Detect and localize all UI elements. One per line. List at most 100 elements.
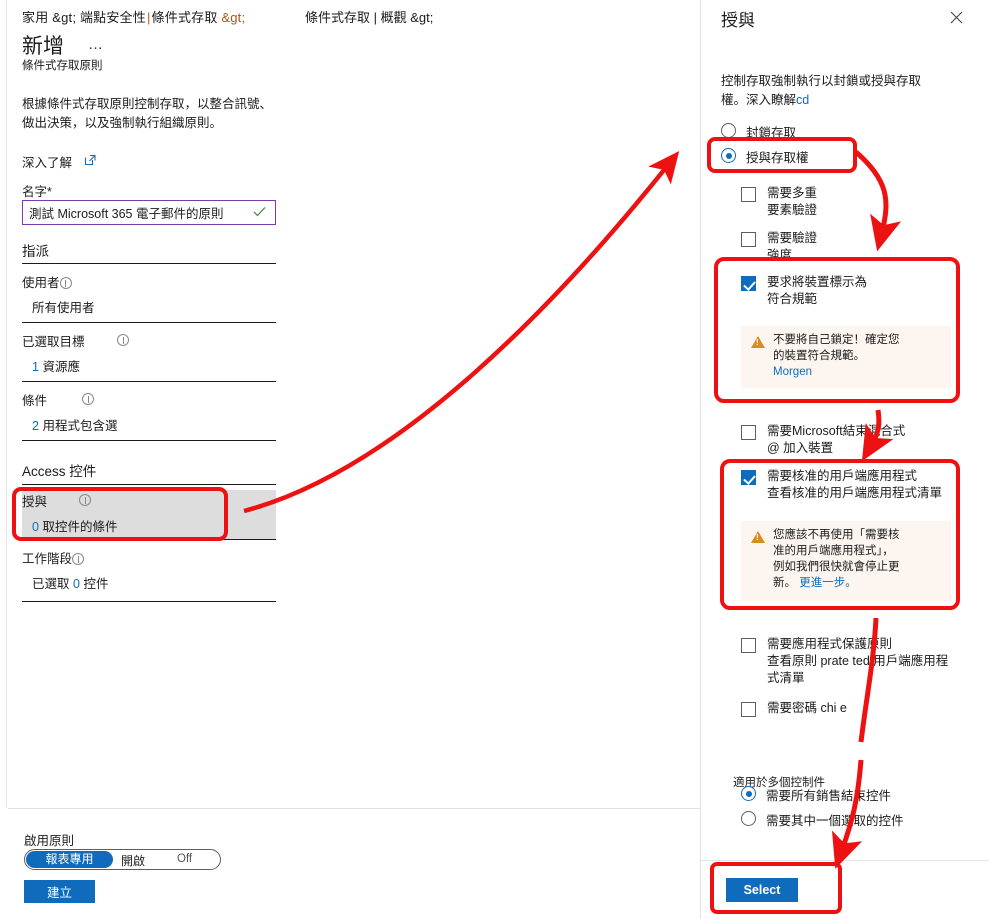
- label-line2: 強度: [767, 248, 793, 262]
- radio-indicator[interactable]: [721, 148, 736, 163]
- radio-indicator[interactable]: [741, 811, 756, 826]
- toggle-on-option[interactable]: 開啟: [121, 852, 145, 869]
- target-label-text: 已選取目標: [22, 335, 85, 349]
- checkbox-indicator[interactable]: [741, 276, 756, 291]
- label-line3: 式清單: [767, 671, 805, 685]
- toggle-report-only-option[interactable]: 報表專用: [26, 851, 113, 868]
- access-controls-header: Access 控件: [22, 464, 97, 479]
- divider: [22, 440, 276, 441]
- warning-icon: [751, 531, 765, 543]
- radio-indicator[interactable]: [721, 123, 736, 138]
- checkbox-indicator[interactable]: [741, 187, 756, 202]
- info-icon[interactable]: [72, 553, 85, 565]
- breadcrumb-home[interactable]: 家用 &gt;: [22, 10, 76, 25]
- name-label-text: 名字: [22, 185, 48, 199]
- checkbox-indicator[interactable]: [741, 425, 756, 440]
- target-text: 資源應: [42, 360, 80, 374]
- checkbox-indicator[interactable]: [741, 638, 756, 653]
- checkbox-indicator[interactable]: [741, 470, 756, 485]
- label-line2: 要素驗證: [767, 203, 818, 217]
- checkbox-indicator[interactable]: [741, 232, 756, 247]
- warning-message: 不要將自己鎖定！確定您的裝置符合規範。: [773, 334, 900, 362]
- breadcrumb-endpoint-security[interactable]: 端點安全性: [80, 10, 146, 25]
- radio-indicator[interactable]: [741, 786, 756, 801]
- grant-value[interactable]: 0 取控件的條件: [32, 516, 117, 535]
- control-password-change-label: 需要密碼 chi e: [767, 701, 847, 715]
- select-button[interactable]: Select: [726, 878, 798, 902]
- radio-block-access-label: 封鎖存取: [746, 126, 797, 140]
- info-icon[interactable]: [117, 334, 129, 346]
- control-approved-client-app-label: 需要核准的用戶端應用程式 查看核准的用戶端應用程式清單: [767, 468, 957, 502]
- divider: [22, 322, 276, 323]
- toggle-off-option[interactable]: Off: [177, 853, 192, 865]
- session-post: 控件: [83, 577, 109, 591]
- required-marker: *: [47, 185, 52, 199]
- external-link-icon[interactable]: [84, 153, 97, 171]
- radio-require-one-label: 需要其中一個選取的控件: [766, 814, 904, 828]
- label-line2: @ 加入裝置: [767, 441, 834, 455]
- footer-separator: [8, 808, 700, 809]
- users-value[interactable]: 所有使用者: [32, 297, 95, 316]
- target-resources-label: 已選取目標: [22, 331, 129, 350]
- label-line1: 需要Microsoft結束混合式: [767, 424, 906, 438]
- control-auth-strength-label: 需要驗證 強度: [767, 230, 927, 264]
- conditions-value[interactable]: 2 用程式包含選: [32, 415, 117, 434]
- control-hybrid-join-label: 需要Microsoft結束混合式 @ 加入裝置: [767, 423, 957, 457]
- radio-grant-access-label: 授與存取權: [746, 151, 809, 165]
- control-device-compliant-label: 要求將裝置標示為 符合規範: [767, 274, 942, 308]
- divider: [22, 263, 276, 264]
- target-resources-value[interactable]: 1 資源應: [32, 356, 80, 375]
- divider: [22, 484, 276, 485]
- breadcrumb-overview[interactable]: 條件式存取 | 概觀 &gt;: [305, 7, 433, 26]
- label-line2: 符合規範: [767, 292, 818, 306]
- screenshot-root: 家用 &gt; 端點安全性|條件式存取 &gt; 條件式存取 | 概觀 &gt;…: [0, 0, 989, 919]
- control-mfa-label: 需要多重 要素驗證: [767, 185, 927, 219]
- users-label-text: 使用者: [22, 276, 60, 290]
- warning-link[interactable]: Morgen: [773, 366, 812, 378]
- divider: [22, 539, 276, 540]
- grant-count: 0: [32, 520, 39, 534]
- breadcrumb[interactable]: 家用 &gt; 端點安全性|條件式存取 &gt;: [22, 7, 245, 26]
- divider: [22, 601, 276, 602]
- users-label: 使用者: [22, 272, 72, 291]
- label-line2: 查看核准的用戶端應用程式清單: [767, 486, 943, 500]
- control-app-protection-policy-label: 需要應用程式保護原則 查看原則 prate ted 用戶端應用程 式清單: [767, 636, 967, 687]
- close-icon[interactable]: [946, 10, 966, 30]
- assignments-header: 指派: [22, 244, 49, 259]
- session-pre: 已選取: [32, 577, 70, 591]
- info-icon[interactable]: [82, 393, 94, 405]
- label-line1: 需要應用程式保護原則: [767, 637, 893, 651]
- divider: [22, 381, 276, 382]
- panel-description: 控制存取強制執行以封鎖或授與存取權。深入瞭解cd: [721, 72, 936, 110]
- learn-more-link[interactable]: 深入了解: [22, 152, 72, 171]
- policy-name-input[interactable]: [22, 200, 276, 225]
- breadcrumb-gt: &gt;: [221, 10, 246, 25]
- approved-client-app-warning-text: 您應該不再使用「需要核准的用戶端應用程式」，例如我們很快就會停止更新。 更進一步…: [773, 527, 903, 591]
- breadcrumb-conditional-access[interactable]: 條件式存取: [152, 10, 218, 25]
- session-value[interactable]: 已選取 0 控件: [32, 573, 108, 592]
- info-icon[interactable]: [59, 277, 72, 289]
- grant-text: 取控件的條件: [42, 520, 118, 534]
- create-button[interactable]: 建立: [24, 880, 95, 903]
- grant-label: 授與: [22, 491, 91, 510]
- pane-left-edge: [6, 0, 7, 808]
- info-icon[interactable]: [79, 494, 91, 506]
- conditions-text: 用程式包含選: [42, 419, 118, 433]
- device-compliant-warning-text: 不要將自己鎖定！確定您的裝置符合規範。 Morgen: [773, 332, 903, 380]
- session-label-text: 工作階段: [22, 552, 73, 566]
- page-title: 新增: [22, 35, 64, 58]
- conditions-count: 2: [32, 419, 39, 433]
- name-label: 名字*: [22, 181, 52, 200]
- device-compliant-warning: 不要將自己鎖定！確定您的裝置符合規範。 Morgen: [741, 326, 951, 388]
- label-line1: 需要核准的用戶端應用程式: [767, 469, 918, 483]
- session-count: 0: [73, 577, 80, 591]
- panel-footer-separator: [701, 860, 989, 861]
- new-policy-pane: 家用 &gt; 端點安全性|條件式存取 &gt; 條件式存取 | 概觀 &gt;…: [0, 0, 700, 919]
- panel-desc-link[interactable]: cd: [796, 93, 809, 107]
- panel-desc-line1: 控制存取強制執行以封鎖或授與: [721, 74, 897, 88]
- more-actions-button[interactable]: …: [88, 36, 105, 53]
- enable-policy-toggle[interactable]: 報表專用 開啟 Off: [24, 849, 221, 870]
- checkbox-indicator[interactable]: [741, 702, 756, 717]
- label-line2: 查看原則 prate ted 用戶端應用程: [767, 654, 949, 668]
- warning-link[interactable]: 更進一步。: [799, 577, 857, 589]
